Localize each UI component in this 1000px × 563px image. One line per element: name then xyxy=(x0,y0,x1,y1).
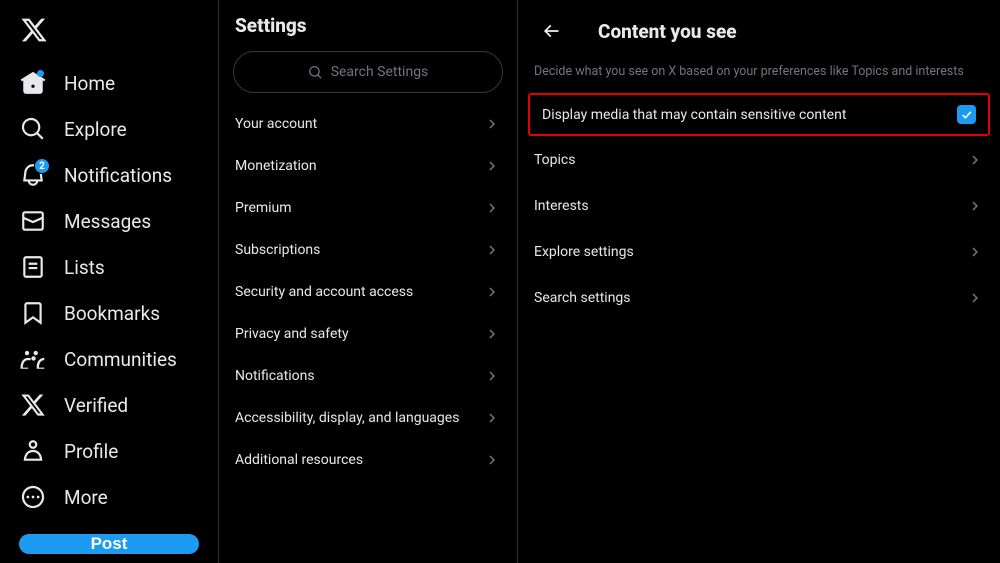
chevron-right-icon xyxy=(483,241,501,259)
search-icon xyxy=(308,65,323,80)
nav-label: More xyxy=(64,486,108,509)
notification-badge: 2 xyxy=(34,158,50,174)
profile-icon xyxy=(20,438,46,464)
nav-notifications[interactable]: 2 Notifications xyxy=(8,152,210,198)
chevron-right-icon xyxy=(966,243,984,261)
chevron-right-icon xyxy=(483,283,501,301)
nav-explore[interactable]: Explore xyxy=(8,106,210,152)
post-button[interactable]: Post xyxy=(19,534,199,554)
nav-label: Lists xyxy=(64,256,105,279)
settings-item-security[interactable]: Security and account access xyxy=(219,271,517,313)
bell-icon: 2 xyxy=(20,162,46,188)
communities-icon xyxy=(20,346,46,372)
chevron-right-icon xyxy=(483,199,501,217)
settings-item-privacy[interactable]: Privacy and safety xyxy=(219,313,517,355)
nav-label: Communities xyxy=(64,348,177,371)
nav-bookmarks[interactable]: Bookmarks xyxy=(8,290,210,336)
back-button[interactable] xyxy=(534,14,568,48)
nav-label: Bookmarks xyxy=(64,302,160,325)
nav-label: Home xyxy=(64,72,115,95)
content-panel: Content you see Decide what you see on X… xyxy=(518,0,1000,563)
chevron-right-icon xyxy=(483,451,501,469)
sensitive-label: Display media that may contain sensitive… xyxy=(542,107,846,123)
nav-home[interactable]: Home xyxy=(8,60,210,106)
settings-item-notifications[interactable]: Notifications xyxy=(219,355,517,397)
arrow-left-icon xyxy=(541,21,561,41)
search-settings-input[interactable]: Search Settings xyxy=(233,51,503,93)
content-title: Content you see xyxy=(598,20,737,43)
more-icon xyxy=(20,484,46,510)
bookmark-icon xyxy=(20,300,46,326)
content-item-search[interactable]: Search settings xyxy=(518,276,1000,320)
home-icon xyxy=(20,70,46,96)
sensitive-content-toggle[interactable]: Display media that may contain sensitive… xyxy=(528,93,990,136)
settings-title: Settings xyxy=(219,10,517,51)
nav-verified[interactable]: Verified xyxy=(8,382,210,428)
content-description: Decide what you see on X based on your p… xyxy=(518,56,1000,93)
chevron-right-icon xyxy=(483,409,501,427)
chevron-right-icon xyxy=(483,367,501,385)
settings-panel: Settings Search Settings Your account Mo… xyxy=(218,0,518,563)
chevron-right-icon xyxy=(483,325,501,343)
nav-label: Notifications xyxy=(64,164,172,187)
settings-item-accessibility[interactable]: Accessibility, display, and languages xyxy=(219,397,517,439)
chevron-right-icon xyxy=(483,115,501,133)
nav-lists[interactable]: Lists xyxy=(8,244,210,290)
settings-item-additional[interactable]: Additional resources xyxy=(219,439,517,481)
nav-label: Verified xyxy=(64,394,128,417)
search-icon xyxy=(20,116,46,142)
home-dot-badge xyxy=(37,70,44,77)
x-icon xyxy=(20,392,46,418)
content-item-explore[interactable]: Explore settings xyxy=(518,230,1000,274)
chevron-right-icon xyxy=(966,289,984,307)
checkbox-checked-icon[interactable] xyxy=(957,105,976,124)
settings-item-subscriptions[interactable]: Subscriptions xyxy=(219,229,517,271)
nav-communities[interactable]: Communities xyxy=(8,336,210,382)
search-placeholder: Search Settings xyxy=(331,64,429,80)
content-item-interests[interactable]: Interests xyxy=(518,184,1000,228)
chevron-right-icon xyxy=(966,151,984,169)
nav-more[interactable]: More xyxy=(8,474,210,520)
primary-nav: Home Explore 2 Notifications Messages Li… xyxy=(0,0,218,563)
list-icon xyxy=(20,254,46,280)
nav-label: Messages xyxy=(64,210,151,233)
nav-label: Profile xyxy=(64,440,118,463)
settings-item-monetization[interactable]: Monetization xyxy=(219,145,517,187)
x-logo[interactable] xyxy=(8,10,210,60)
settings-item-premium[interactable]: Premium xyxy=(219,187,517,229)
nav-messages[interactable]: Messages xyxy=(8,198,210,244)
settings-item-your-account[interactable]: Your account xyxy=(219,103,517,145)
nav-label: Explore xyxy=(64,118,127,141)
chevron-right-icon xyxy=(483,157,501,175)
mail-icon xyxy=(20,208,46,234)
chevron-right-icon xyxy=(966,197,984,215)
content-item-topics[interactable]: Topics xyxy=(518,138,1000,182)
nav-profile[interactable]: Profile xyxy=(8,428,210,474)
